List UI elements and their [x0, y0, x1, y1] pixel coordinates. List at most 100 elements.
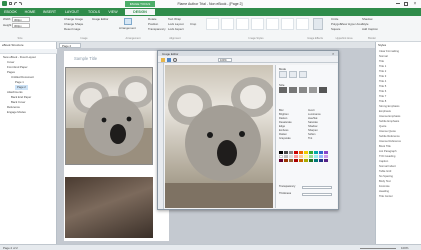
image-style-2[interactable] [221, 18, 234, 30]
eraser-tool-icon[interactable] [299, 71, 307, 78]
undo-icon[interactable] [173, 57, 177, 62]
style-item[interactable]: Table Grid [379, 170, 391, 173]
style-item[interactable]: TOC Heading [379, 155, 395, 158]
size-option-1[interactable] [279, 87, 287, 93]
style-item[interactable]: Title Center [379, 195, 393, 198]
image-style-4[interactable] [251, 18, 264, 30]
transparency-slider[interactable] [302, 186, 332, 189]
style-item[interactable]: No Spacing [379, 175, 393, 178]
lock-aspect-checkbox[interactable]: Lock Aspect [168, 27, 184, 32]
style-item[interactable]: Body Text [379, 180, 391, 183]
koala-image[interactable] [65, 67, 153, 165]
style-item[interactable]: Title 4 [379, 80, 386, 83]
show-hyper-area-toggle[interactable]: Show Hyper Area [340, 22, 363, 27]
style-item[interactable]: Intense Reference [379, 140, 401, 143]
size-option-2[interactable] [289, 87, 297, 93]
filter-option[interactable]: Darken [279, 117, 287, 120]
zoom-slider[interactable] [360, 247, 396, 249]
style-item[interactable]: Strong Emphasis [379, 105, 399, 108]
size-option-3[interactable] [299, 87, 307, 93]
undo-icon[interactable] [14, 2, 17, 5]
add-caption-button[interactable]: Add Caption [362, 27, 378, 32]
tab-tools[interactable]: TOOLS [86, 9, 102, 15]
style-item[interactable]: Title 8 [379, 100, 386, 103]
height-input[interactable]: 300px [12, 23, 30, 28]
style-item[interactable]: Title 6 [379, 90, 386, 93]
filter-option[interactable]: Desaturate [279, 121, 292, 124]
crop-button[interactable]: Crop [190, 22, 196, 27]
save-icon[interactable] [167, 57, 171, 62]
tab-insert[interactable]: INSERT [41, 9, 58, 15]
filter-option[interactable]: Shadow [308, 125, 317, 128]
style-item[interactable]: Book Title [379, 145, 391, 148]
style-item[interactable]: Heading [379, 190, 389, 193]
image-style-1[interactable] [206, 18, 219, 30]
pencil-tool-icon[interactable] [279, 71, 287, 78]
image-editor-button[interactable]: Image Editor [92, 17, 108, 22]
filter-option[interactable]: Blur [279, 109, 284, 112]
reset-image-button[interactable]: Reset Image [64, 27, 80, 32]
image-style-7[interactable] [296, 18, 309, 30]
style-item[interactable]: Title 5 [379, 85, 386, 88]
tab-home[interactable]: HOME [22, 9, 38, 15]
arrangement-button[interactable]: Arrangement [119, 26, 136, 31]
tab-layout[interactable]: LAYOUT [63, 9, 81, 15]
style-item[interactable]: Clear Formatting [379, 50, 399, 53]
filter-option[interactable]: Flatten [279, 133, 287, 136]
style-item[interactable]: Title 1 [379, 65, 386, 68]
style-item[interactable]: Emphasis [379, 110, 391, 113]
close-button[interactable]: × [412, 1, 418, 7]
color-palette[interactable] [279, 151, 335, 181]
minimize-button[interactable] [396, 3, 400, 4]
style-item[interactable]: List Paragraph [379, 150, 396, 153]
style-item[interactable]: Intense Emphasis [379, 115, 400, 118]
style-item[interactable]: Normal [379, 55, 388, 58]
filter-option[interactable]: Edge [279, 125, 285, 128]
thickness-slider[interactable] [302, 193, 332, 196]
styles-panel-title: Styles [378, 43, 387, 47]
image-style-6[interactable] [281, 18, 294, 30]
image-style-3[interactable] [236, 18, 249, 30]
tree-item-engage-modes[interactable]: Engage Modes [7, 110, 26, 115]
square-area-button[interactable]: Square [331, 27, 340, 32]
tab-view[interactable]: VIEW [106, 9, 120, 15]
arrangement-icon[interactable] [124, 18, 132, 25]
size-option-4[interactable] [309, 87, 317, 93]
editor-preview[interactable] [165, 65, 273, 208]
style-item[interactable]: Intense Quote [379, 130, 396, 133]
open-icon[interactable] [161, 57, 165, 62]
width-input[interactable]: 300px [12, 17, 30, 22]
size-option-5[interactable] [319, 87, 327, 93]
tab-ebook[interactable]: EBOOK [2, 9, 19, 15]
style-item[interactable]: Subtle Reference [379, 135, 400, 138]
tab-design[interactable]: DESIGN [125, 9, 155, 15]
maximize-button[interactable] [404, 1, 408, 6]
style-item[interactable]: Title 2 [379, 70, 386, 73]
filter-option[interactable]: Brighten [279, 113, 289, 116]
filter-option[interactable]: Sharpen [308, 129, 318, 132]
filter-option[interactable]: Grayscale [279, 137, 291, 140]
image-effects-button[interactable] [313, 18, 323, 30]
style-item[interactable]: Title 7 [379, 95, 386, 98]
style-item[interactable]: Caption [379, 160, 388, 163]
style-item[interactable]: Title [379, 60, 384, 63]
brush-tool-icon[interactable] [289, 71, 297, 78]
filter-option[interactable]: Tint [308, 137, 312, 140]
transparency-control[interactable]: Transparency [148, 27, 166, 32]
style-item[interactable]: Normal Indent [379, 165, 396, 168]
filter-option[interactable]: Saturate [308, 121, 318, 124]
image-style-5[interactable] [266, 18, 279, 30]
filter-option[interactable]: Soften [308, 133, 316, 136]
zoom-combo[interactable]: 100% [218, 57, 232, 62]
style-item[interactable]: Title 3 [379, 75, 386, 78]
style-item[interactable]: Quote [379, 125, 386, 128]
filter-option[interactable]: Luminance [308, 113, 321, 116]
style-item[interactable]: Footnote [379, 185, 390, 188]
save-icon[interactable] [9, 2, 12, 5]
redo-icon[interactable] [19, 2, 22, 5]
filter-option[interactable]: Emboss [279, 129, 288, 132]
filter-option[interactable]: Hue/Sat [308, 117, 317, 120]
style-item[interactable]: Subtle Emphasis [379, 120, 399, 123]
window-title: Flame Author Trial - Non eBook - [Page 2… [177, 1, 243, 6]
filter-option[interactable]: Invert [308, 109, 315, 112]
